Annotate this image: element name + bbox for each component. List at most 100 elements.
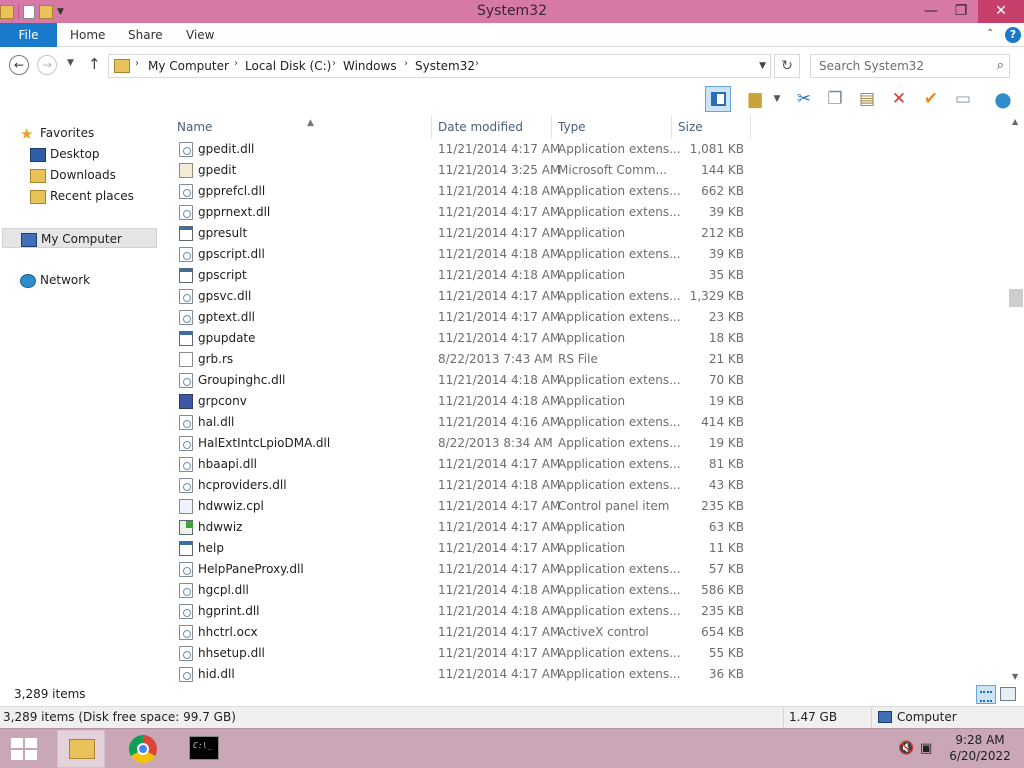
rename-icon[interactable]: ▭ <box>950 86 976 112</box>
file-date-modified: 8/22/2013 7:43 AM <box>438 352 553 366</box>
chrome-taskbar-button[interactable] <box>119 730 167 768</box>
address-bar[interactable]: › My Computer › Local Disk (C:) › Window… <box>108 54 771 78</box>
vertical-scrollbar[interactable]: ▲ ▼ <box>1008 115 1024 685</box>
chevron-right-icon[interactable]: › <box>135 58 139 69</box>
nav-desktop[interactable]: Desktop <box>30 144 100 164</box>
preview-pane-icon[interactable] <box>705 86 731 112</box>
file-size: 212 KB <box>701 226 744 240</box>
file-row[interactable]: HelpPaneProxy.dll 11/21/2014 4:17 AM Appli… <box>160 559 760 580</box>
refresh-button[interactable]: ↻ <box>774 54 800 78</box>
file-size: 21 KB <box>708 352 744 366</box>
details-view-icon[interactable] <box>976 685 996 704</box>
file-row[interactable]: gpscript.dll 11/21/2014 4:18 AM Applicatio… <box>160 244 760 265</box>
forward-button[interactable]: → <box>37 55 57 75</box>
scrollbar-thumb[interactable] <box>1009 289 1023 307</box>
breadcrumb-system32[interactable]: System32 <box>415 59 475 73</box>
column-header-type[interactable]: Type <box>551 115 672 139</box>
file-row[interactable]: hal.dll 11/21/2014 4:16 AM Application ext… <box>160 412 760 433</box>
file-name: hcproviders.dll <box>198 478 287 492</box>
nav-network-label: Network <box>40 273 91 287</box>
minimize-button[interactable]: — <box>916 0 946 23</box>
column-header-size[interactable]: Size <box>671 115 751 139</box>
file-row[interactable]: hcproviders.dll 11/21/2014 4:18 AM Applica… <box>160 475 760 496</box>
taskbar: 🔇 ▣ 9:28 AM 6/20/2022 <box>0 728 1024 768</box>
tab-home[interactable]: Home <box>70 23 105 47</box>
file-file-icon <box>179 352 193 367</box>
taskbar-clock[interactable]: 9:28 AM 6/20/2022 <box>944 732 1016 764</box>
recent-locations-dropdown[interactable]: ▼ <box>67 58 74 68</box>
select-all-icon[interactable]: ✔ <box>918 86 944 112</box>
help-button[interactable]: ? <box>1005 27 1021 43</box>
search-box[interactable]: ⌕ <box>810 54 1010 78</box>
back-button[interactable]: ← <box>9 55 29 75</box>
search-icon[interactable]: ⌕ <box>997 58 1004 73</box>
file-row[interactable]: hgcpl.dll 11/21/2014 4:18 AM Application e… <box>160 580 760 601</box>
file-row[interactable]: gpresult 11/21/2014 4:17 AM Application 212… <box>160 223 760 244</box>
close-button[interactable]: ✕ <box>978 0 1024 23</box>
file-date-modified: 11/21/2014 4:17 AM <box>438 541 561 555</box>
file-row[interactable]: gpprefcl.dll 11/21/2014 4:18 AM Applicatio… <box>160 181 760 202</box>
file-date-modified: 11/21/2014 4:17 AM <box>438 457 561 471</box>
tab-share[interactable]: Share <box>128 23 163 47</box>
up-button[interactable]: ↑ <box>88 55 101 73</box>
nav-recent-places[interactable]: Recent places <box>30 186 134 206</box>
file-row[interactable]: hdwwiz 11/21/2014 4:17 AM Application 63 KB <box>160 517 760 538</box>
cut-icon[interactable]: ✂ <box>791 86 817 112</box>
scroll-down-icon[interactable]: ▼ <box>1012 672 1018 681</box>
chevron-right-icon[interactable]: › <box>234 58 238 69</box>
column-header-name[interactable]: Name ▲ <box>170 115 432 139</box>
file-row[interactable]: gptext.dll 11/21/2014 4:17 AM Application … <box>160 307 760 328</box>
file-row[interactable]: gpsvc.dll 11/21/2014 4:17 AM Application e… <box>160 286 760 307</box>
maximize-button[interactable]: ❐ <box>946 0 976 23</box>
file-row[interactable]: help 11/21/2014 4:17 AM Application 11 KB <box>160 538 760 559</box>
paste-icon[interactable]: ▤ <box>854 86 880 112</box>
chevron-right-icon[interactable]: › <box>404 58 408 69</box>
network-tray-icon[interactable]: ▣ <box>920 741 932 756</box>
command-prompt-taskbar-button[interactable] <box>180 730 228 768</box>
copy-icon[interactable]: ❐ <box>822 86 848 112</box>
file-row[interactable]: gpscript 11/21/2014 4:18 AM Application 35 … <box>160 265 760 286</box>
file-row[interactable]: grpconv 11/21/2014 4:18 AM Application 19 K… <box>160 391 760 412</box>
large-icons-view-icon[interactable] <box>1000 687 1016 701</box>
nav-favorites[interactable]: ★ Favorites <box>20 123 94 143</box>
file-explorer-taskbar-button[interactable] <box>57 730 105 768</box>
chevron-down-icon[interactable]: ▼ <box>759 61 766 71</box>
chevron-up-icon[interactable]: ⌃ <box>986 28 994 39</box>
start-button[interactable] <box>11 738 37 760</box>
delete-icon[interactable]: ✕ <box>886 86 912 112</box>
file-row[interactable]: hhctrl.ocx 11/21/2014 4:17 AM ActiveX cont… <box>160 622 760 643</box>
file-row[interactable]: hid.dll 11/21/2014 4:17 AM Application ext… <box>160 664 760 685</box>
file-type: Application extens... <box>558 478 681 492</box>
file-row[interactable]: gpedit.dll 11/21/2014 4:17 AM Application … <box>160 139 760 160</box>
internet-icon[interactable]: ● <box>990 86 1016 112</box>
new-folder-icon[interactable]: ▆ <box>742 86 768 112</box>
file-row[interactable]: hgprint.dll 11/21/2014 4:18 AM Application… <box>160 601 760 622</box>
file-row[interactable]: hbaapi.dll 11/21/2014 4:17 AM Application … <box>160 454 760 475</box>
file-row[interactable]: grb.rs 8/22/2013 7:43 AM RS File 21 KB <box>160 349 760 370</box>
file-row[interactable]: gpedit 11/21/2014 3:25 AM Microsoft Comm..… <box>160 160 760 181</box>
breadcrumb-windows[interactable]: Windows <box>343 59 397 73</box>
search-input[interactable] <box>817 58 987 74</box>
file-row[interactable]: gpupdate 11/21/2014 4:17 AM Application 18 … <box>160 328 760 349</box>
chevron-right-icon[interactable]: › <box>475 58 479 69</box>
chevron-down-icon[interactable]: ▼ <box>770 86 784 112</box>
nav-my-computer[interactable]: My Computer <box>2 228 157 248</box>
file-row[interactable]: hhsetup.dll 11/21/2014 4:17 AM Application… <box>160 643 760 664</box>
file-row[interactable]: HalExtIntcLpioDMA.dll 8/22/2013 8:34 AM Ap… <box>160 433 760 454</box>
volume-muted-icon[interactable]: 🔇 <box>898 741 914 756</box>
tab-file[interactable]: File <box>0 23 57 47</box>
file-row[interactable]: gpprnext.dll 11/21/2014 4:17 AM Applicatio… <box>160 202 760 223</box>
nav-downloads[interactable]: Downloads <box>30 165 116 185</box>
column-header-date[interactable]: Date modified <box>431 115 552 139</box>
nav-network[interactable]: Network <box>20 270 90 290</box>
chevron-right-icon[interactable]: › <box>332 58 336 69</box>
breadcrumb-local-disk[interactable]: Local Disk (C:) <box>245 59 331 73</box>
file-row[interactable]: hdwwiz.cpl 11/21/2014 4:17 AM Control pane… <box>160 496 760 517</box>
file-row[interactable]: Groupinghc.dll 11/21/2014 4:18 AM Applicat… <box>160 370 760 391</box>
command-toolbar: ▆ ▼ ✂ ❐ ▤ ✕ ✔ ▭ ● <box>0 83 1024 115</box>
tab-view[interactable]: View <box>186 23 214 47</box>
scroll-up-icon[interactable]: ▲ <box>1012 117 1018 126</box>
breadcrumb-my-computer[interactable]: My Computer <box>148 59 229 73</box>
file-type: Application extens... <box>558 184 681 198</box>
file-name: gpprnext.dll <box>198 205 271 219</box>
